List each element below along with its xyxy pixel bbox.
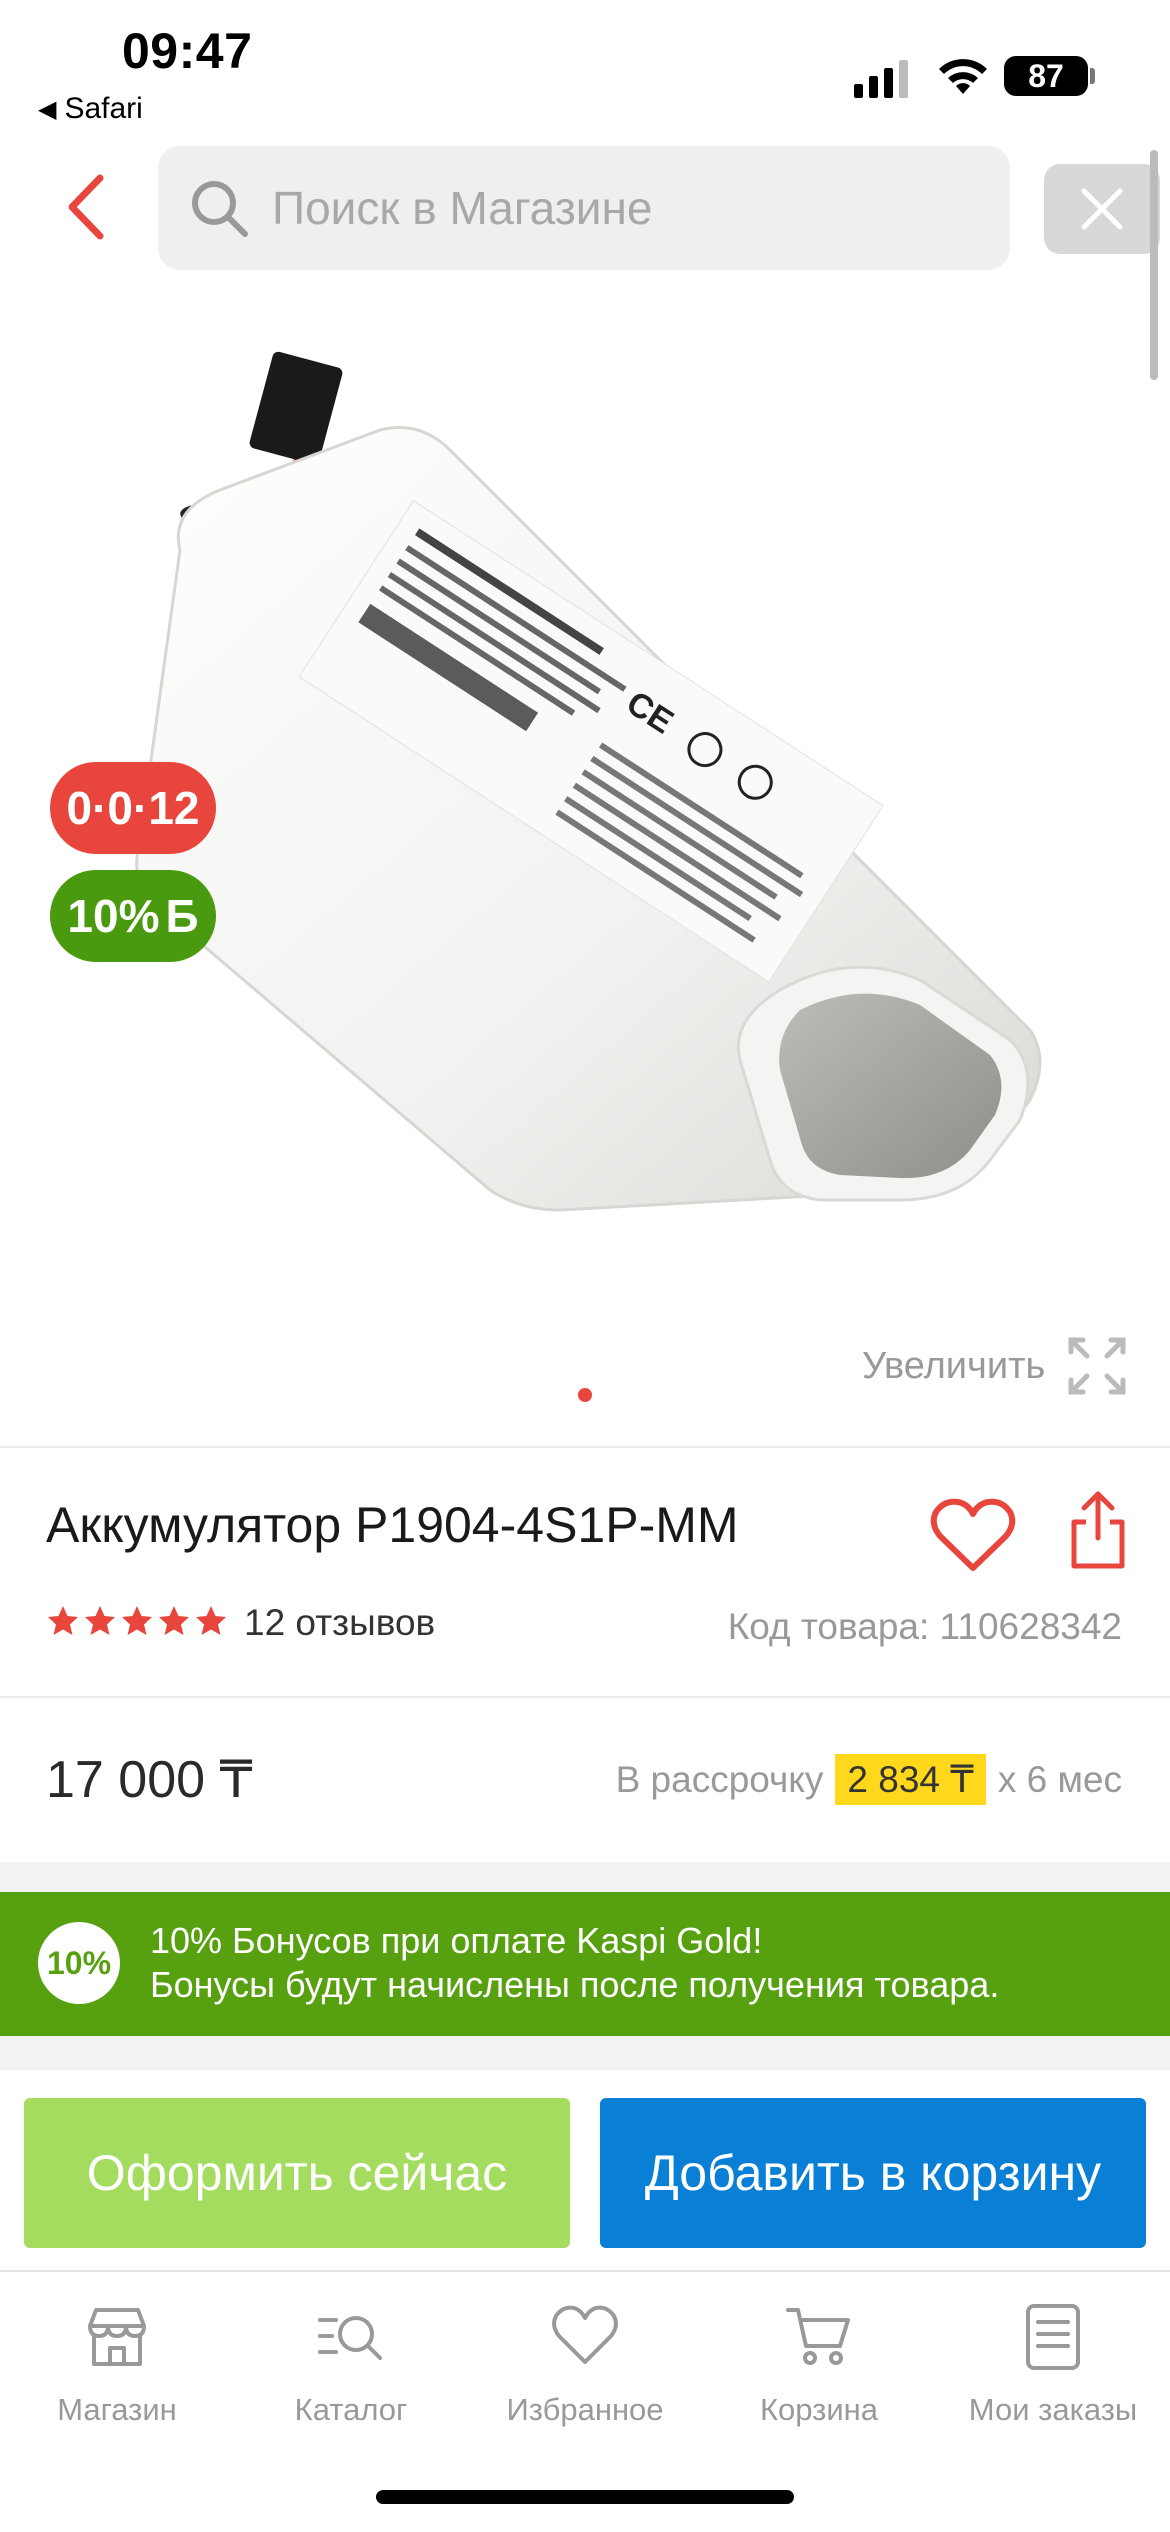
star-icon	[159, 1606, 189, 1635]
buy-now-button[interactable]: Оформить сейчас	[24, 2098, 570, 2248]
star-icon	[122, 1606, 152, 1635]
promo-title: 10% Бонусов при оплате Kaspi Gold!	[150, 1920, 763, 1961]
search-input[interactable]	[272, 181, 952, 235]
shop-icon	[88, 2308, 146, 2366]
section-separator	[0, 2036, 1170, 2070]
promo-percent-badge: 10%	[38, 1922, 120, 2004]
star-icon	[196, 1606, 226, 1635]
tab-label: Корзина	[759, 2392, 879, 2427]
back-triangle-icon: ◀	[38, 95, 57, 123]
battery-tip	[1090, 68, 1095, 84]
back-app-label: Safari	[64, 92, 143, 125]
product-price: 17 000 ₸	[46, 1751, 253, 1809]
tab-shop[interactable]: Магазин	[0, 2302, 234, 2428]
search-icon	[192, 181, 248, 237]
gallery-page-indicator	[578, 1388, 592, 1402]
tab-orders[interactable]: Мои заказы	[936, 2302, 1170, 2428]
bonus-badge: 10% Б	[50, 870, 216, 962]
tab-cart[interactable]: Корзина	[702, 2302, 936, 2428]
home-indicator[interactable]	[376, 2490, 794, 2504]
section-separator	[0, 1862, 1170, 1892]
close-search-button[interactable]	[1044, 164, 1160, 254]
favorite-heart-icon[interactable]	[930, 1496, 1016, 1576]
battery-indicator: 87	[1004, 56, 1088, 96]
heart-icon	[552, 2305, 618, 2364]
product-title: Аккумулятор P1904-4S1P-MM	[46, 1497, 739, 1553]
search-bar[interactable]	[158, 146, 1010, 270]
orders-icon	[1026, 2304, 1080, 2370]
catalog-search-icon	[318, 2316, 382, 2360]
close-icon	[1081, 188, 1123, 230]
tab-label: Избранное	[506, 2392, 664, 2427]
share-icon[interactable]	[1068, 1488, 1128, 1572]
back-chevron-icon[interactable]	[60, 172, 112, 242]
installment-info[interactable]: В рассрочку 2 834 ₸ х 6 мес	[616, 1754, 1122, 1805]
bonus-currency-icon: Б	[165, 890, 199, 942]
divider	[0, 1446, 1170, 1448]
installment-amount: 2 834 ₸	[835, 1754, 986, 1805]
star-icon	[85, 1606, 115, 1635]
tab-label: Мои заказы	[968, 2392, 1138, 2427]
wifi-icon	[939, 59, 987, 94]
tab-favorites[interactable]: Избранное	[468, 2302, 702, 2428]
bonus-badge-label: 10%	[67, 890, 160, 942]
star-icon	[48, 1606, 78, 1635]
page-scrollbar[interactable]	[1150, 150, 1158, 380]
expand-icon	[1068, 1337, 1126, 1395]
tab-label: Магазин	[57, 2392, 177, 2427]
cellular-signal-icon	[854, 58, 908, 98]
zoom-label: Увеличить	[862, 1344, 1046, 1387]
promo-subtitle: Бонусы будут начислены после получения т…	[150, 1964, 1000, 2005]
tab-catalog[interactable]: Каталог	[234, 2302, 468, 2428]
reviews-link[interactable]: 12 отзывов	[244, 1602, 435, 1644]
tab-label: Каталог	[294, 2392, 408, 2427]
add-to-cart-button[interactable]: Добавить в корзину	[600, 2098, 1146, 2248]
rating-stars	[46, 1604, 228, 1638]
product-code: Код товара: 110628342	[727, 1606, 1122, 1647]
installment-badge: 0·0·12	[50, 762, 216, 854]
bonus-promo-banner[interactable]: 10% 10% Бонусов при оплате Kaspi Gold! Б…	[0, 1892, 1170, 2036]
back-to-app-link[interactable]: ◀ Safari	[38, 92, 143, 126]
cart-icon	[786, 2308, 850, 2365]
status-time: 09:47	[122, 23, 253, 79]
divider	[0, 1696, 1170, 1698]
zoom-button[interactable]: Увеличить	[862, 1336, 1127, 1396]
installment-prefix: В рассрочку	[615, 1758, 824, 1800]
product-image[interactable]: CE	[130, 340, 1050, 1320]
installment-suffix: х 6 мес	[997, 1758, 1122, 1800]
